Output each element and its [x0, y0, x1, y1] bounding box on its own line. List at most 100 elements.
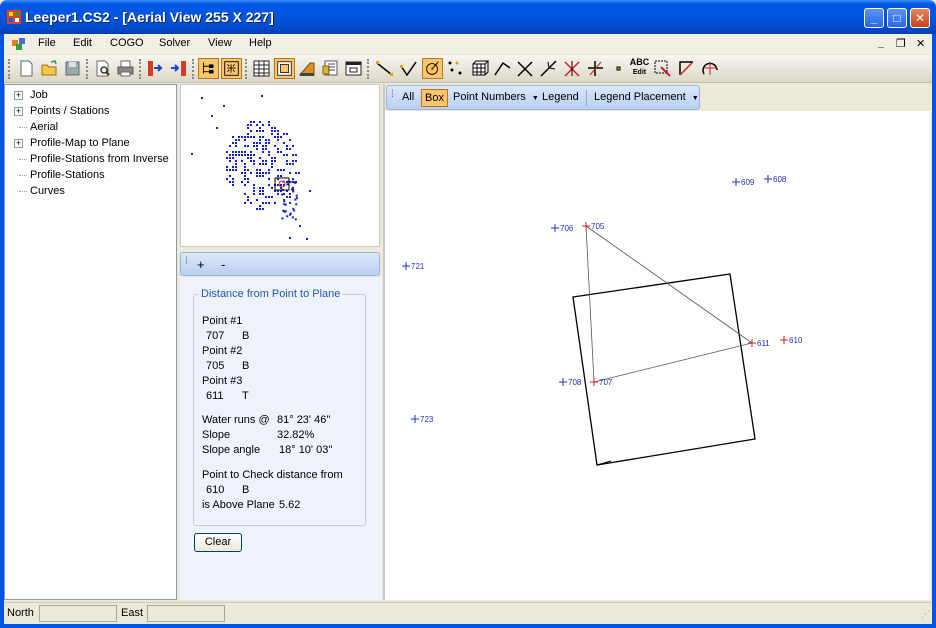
tree-item-label: Profile-Stations from Inverse [30, 153, 169, 165]
plot-point-708[interactable]: 708 [559, 378, 582, 387]
point-label: 721 [411, 262, 425, 271]
mdi-minimize-button[interactable]: _ [878, 37, 884, 49]
cube-grid-icon[interactable] [469, 58, 490, 79]
menu-file[interactable]: File [38, 37, 56, 49]
export-icon[interactable] [145, 58, 166, 79]
tree-item-label: Job [30, 89, 48, 101]
zoom-out-button[interactable]: - [221, 257, 225, 272]
zoom-toolbar: ⁞ + - [180, 252, 380, 276]
app-icon [7, 10, 21, 24]
point-numbers-dropdown[interactable]: Point Numbers ▼ [453, 91, 539, 103]
plot-point-721[interactable]: 721 [402, 262, 425, 271]
properties-icon[interactable] [320, 58, 341, 79]
plot-point-609[interactable]: 609 [732, 178, 755, 187]
status-bar: North East ⋰ [4, 602, 932, 624]
plot-point-705[interactable]: 705 [582, 222, 605, 231]
print-icon[interactable] [115, 58, 136, 79]
tangent-icon[interactable] [538, 58, 559, 79]
plot-point-608[interactable]: 608 [764, 175, 787, 184]
plot-point-611[interactable]: 611 [748, 339, 770, 348]
check-icon[interactable] [398, 58, 419, 79]
water-runs-label: Water runs @ [202, 414, 270, 426]
mdi-restore-button[interactable]: ❐ [896, 37, 906, 50]
east-field [147, 605, 225, 622]
line-icon[interactable] [374, 58, 395, 79]
aerial-plot[interactable]: 609 608 706 705 721 611 610 708 707 723 [385, 111, 931, 600]
result-value: 5.62 [279, 499, 301, 511]
menu-edit[interactable]: Edit [73, 37, 92, 49]
new-icon[interactable] [16, 58, 37, 79]
overview-map[interactable] [180, 84, 380, 247]
window-icon[interactable] [274, 58, 295, 79]
grid-icon[interactable] [251, 58, 272, 79]
point3-code: T [242, 390, 249, 402]
toolbar-grip[interactable]: ⁞ [391, 89, 394, 100]
tree-view-icon[interactable] [198, 58, 219, 79]
angle-icon[interactable] [492, 58, 513, 79]
menu-cogo[interactable]: COGO [110, 37, 144, 49]
dialog-icon[interactable] [343, 58, 364, 79]
menu-help[interactable]: Help [249, 37, 272, 49]
maximize-button[interactable]: □ [887, 8, 907, 28]
fit-view-icon[interactable] [221, 58, 242, 79]
mdi-close-button[interactable]: ✕ [916, 37, 925, 50]
expand-icon[interactable]: + [14, 91, 23, 100]
east-label: East [121, 607, 144, 619]
menu-solver[interactable]: Solver [159, 37, 190, 49]
open-icon[interactable] [39, 58, 60, 79]
point2-label: Point #2 [202, 345, 243, 357]
plot-point-707[interactable]: 707 [590, 378, 613, 387]
print-preview-icon[interactable] [92, 58, 113, 79]
dots-icon[interactable] [445, 58, 466, 79]
minimize-icon: _ [870, 11, 878, 25]
aerial-plot-canvas: 609 608 706 705 721 611 610 708 707 723 [402, 175, 803, 466]
zoom-in-button[interactable]: + [197, 257, 205, 272]
point1-value: 707 [206, 330, 225, 342]
cross-icon[interactable] [562, 58, 583, 79]
save-icon[interactable] [62, 58, 83, 79]
tree-connector [19, 127, 27, 128]
toolbar-separator [586, 90, 587, 106]
menu-view[interactable]: View [208, 37, 232, 49]
legend-button[interactable]: Legend [542, 91, 579, 103]
plot-point-610[interactable]: 610 [780, 336, 803, 345]
zoom-box-icon[interactable] [652, 58, 673, 79]
intersect-icon[interactable] [515, 58, 536, 79]
point-label: 610 [789, 336, 803, 345]
perpendicular-icon[interactable] [585, 58, 606, 79]
menu-bar: File Edit COGO Solver View Help _ ❐ ✕ [4, 34, 932, 54]
expand-icon[interactable]: + [14, 139, 23, 148]
minimize-button[interactable]: _ [864, 8, 884, 28]
toolbar-grip-2[interactable] [367, 59, 370, 79]
point-label: 707 [599, 378, 613, 387]
document-icon[interactable] [12, 38, 26, 50]
edit-label-icon[interactable]: ABC Edit [629, 58, 650, 79]
toolbar-separator [192, 59, 195, 79]
window-frame-bottom [0, 624, 936, 628]
north-label: North [7, 607, 34, 619]
resize-grip-icon[interactable]: ⋰ [921, 609, 930, 620]
all-button[interactable]: All [402, 91, 414, 103]
check-point-value: 610 [206, 484, 225, 496]
close-button[interactable]: ✕ [910, 8, 930, 28]
point-icon[interactable] [608, 58, 629, 79]
point-target-icon[interactable] [422, 58, 443, 79]
angle-measure-icon[interactable] [676, 58, 697, 79]
plot-point-723[interactable]: 723 [411, 415, 434, 424]
box-button[interactable]: Box [421, 89, 448, 107]
bulldozer-icon[interactable] [297, 58, 318, 79]
import-icon[interactable] [168, 58, 189, 79]
toolbar-separator [86, 59, 89, 79]
plot-point-706[interactable]: 706 [551, 224, 574, 233]
toolbar-grip[interactable] [8, 59, 11, 79]
north-field [39, 605, 117, 622]
clear-button[interactable]: Clear [194, 533, 242, 552]
point-label: 611 [757, 339, 770, 348]
arc-icon[interactable] [700, 58, 721, 79]
maximize-icon: □ [893, 11, 901, 25]
overview-map-canvas [191, 95, 311, 240]
toolbar-grip[interactable]: ⁞ [185, 256, 188, 267]
expand-icon[interactable]: + [14, 107, 23, 116]
legend-placement-dropdown[interactable]: Legend Placement ▼ [594, 91, 699, 103]
chevron-down-icon: ▼ [691, 95, 699, 102]
